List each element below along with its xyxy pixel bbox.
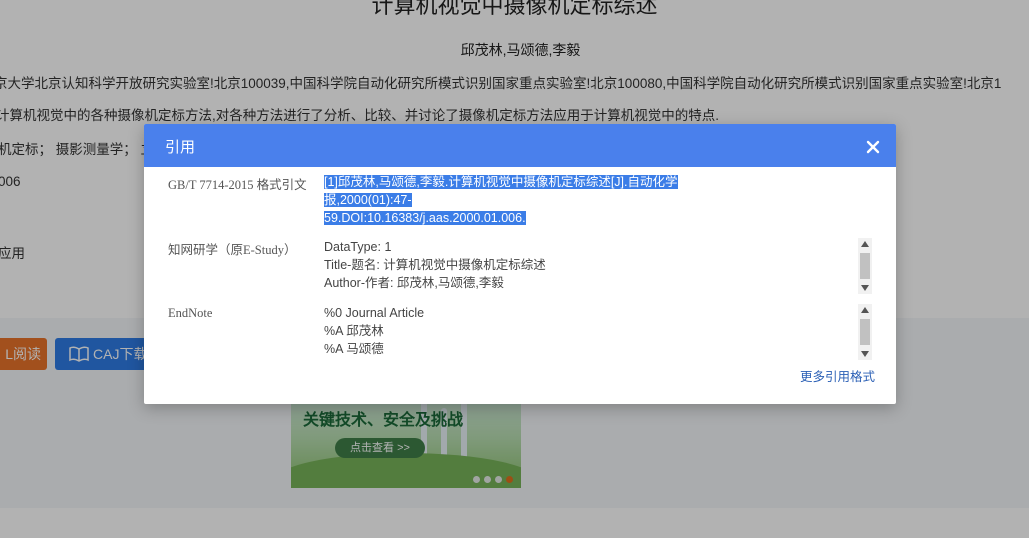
estudy-label: 知网研学（原E-Study）: [168, 243, 297, 257]
estudy-scrollbar[interactable]: [858, 238, 872, 294]
scrollbar-thumb[interactable]: [860, 319, 870, 345]
estudy-line: Author-作者: 邱茂林,马颂德,李毅: [324, 276, 504, 290]
scroll-down-icon[interactable]: [858, 348, 872, 360]
endnote-label: EndNote: [168, 306, 213, 320]
estudy-citation-box[interactable]: DataType: 1 Title-题名: 计算机视觉中摄像机定标综述 Auth…: [324, 238, 874, 294]
endnote-line: %A 马颂德: [324, 342, 384, 356]
endnote-line: %0 Journal Article: [324, 306, 425, 320]
endnote-line: %A 邱茂林: [324, 324, 384, 338]
gbt-citation-text[interactable]: [1]邱茂林,马颂德,李毅.计算机视觉中摄像机定标综述[J].自动化学报,200…: [324, 173, 764, 227]
gbt-label: GB/T 7714-2015 格式引文: [168, 178, 307, 192]
scrollbar-thumb[interactable]: [860, 253, 870, 279]
scroll-up-icon[interactable]: [858, 238, 872, 250]
endnote-scrollbar[interactable]: [858, 304, 872, 360]
modal-header: 引用: [144, 124, 896, 167]
scroll-up-icon[interactable]: [858, 304, 872, 316]
gbt-citation-line[interactable]: [1]邱茂林,马颂德,李毅.计算机视觉中摄像机定标综述[J].自动化学报,200…: [324, 175, 678, 207]
citation-modal: 引用 GB/T 7714-2015 格式引文 [1]邱茂林,马颂德,李毅.计算机…: [144, 124, 896, 404]
scroll-down-icon[interactable]: [858, 282, 872, 294]
close-icon[interactable]: [865, 139, 881, 155]
endnote-citation-box[interactable]: %0 Journal Article %A 邱茂林 %A 马颂德: [324, 304, 874, 360]
estudy-line: DataType: 1: [324, 240, 392, 254]
gbt-citation-line[interactable]: 59.DOI:10.16383/j.aas.2000.01.006.: [324, 211, 526, 225]
more-citation-formats-link[interactable]: 更多引用格式: [800, 366, 875, 385]
estudy-line: Title-题名: 计算机视觉中摄像机定标综述: [324, 258, 546, 272]
modal-title: 引用: [165, 139, 196, 156]
